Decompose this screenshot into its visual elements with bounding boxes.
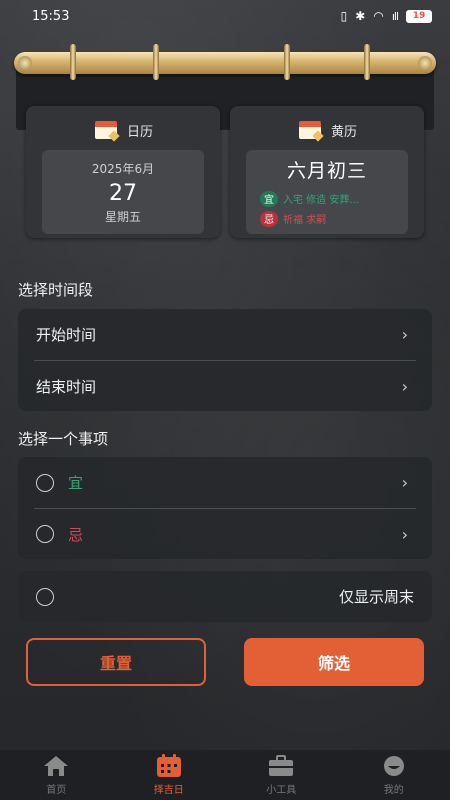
profile-icon xyxy=(383,756,404,776)
yi-badge: 宜 xyxy=(260,190,278,207)
yi-option-row[interactable]: 宜 › xyxy=(18,457,432,508)
chevron-right-icon: › xyxy=(401,376,408,396)
binder-bar xyxy=(14,52,436,74)
lunar-card-title: 黄历 xyxy=(330,124,357,140)
time-section-title: 选择时间段 xyxy=(18,281,94,299)
tab-home[interactable]: 首页 xyxy=(0,750,113,800)
tab-lucky-day[interactable]: 择吉日 xyxy=(113,750,226,800)
tab-bar: 首页 择吉日 小工具 我的 xyxy=(0,750,450,800)
chevron-right-icon: › xyxy=(401,325,408,344)
almanac-icon xyxy=(297,119,324,142)
status-bar: 15:53 ▯ ✱ ◠ ıll 19 xyxy=(0,0,450,32)
ring-icon xyxy=(153,44,159,80)
start-time-label: 开始时间 xyxy=(36,326,97,344)
ji-option-label: 忌 xyxy=(68,525,84,544)
home-icon xyxy=(44,756,69,776)
event-panel: 宜 › 忌 › xyxy=(18,457,432,559)
signal-icon: ıll xyxy=(391,9,399,23)
tab-tools[interactable]: 小工具 xyxy=(225,750,338,800)
toolbox-icon xyxy=(269,755,294,776)
end-time-row[interactable]: 结束时间 › xyxy=(34,360,416,411)
battery-icon: 19 xyxy=(406,9,432,23)
calendar-cards: 日历 2025年6月 27 星期五 黄历 六月初三 宜 入宅 修造 安葬... … xyxy=(26,106,424,238)
solar-weekday: 星期五 xyxy=(104,209,141,224)
lunar-card-header: 黄历 xyxy=(246,116,408,144)
lunar-date: 六月初三 xyxy=(286,159,367,182)
binder-header xyxy=(14,44,436,130)
weekend-label: 仅显示周末 xyxy=(338,588,414,606)
lunar-calendar-card[interactable]: 黄历 六月初三 宜 入宅 修造 安葬... 忌 祈福 求嗣 xyxy=(230,106,424,238)
yi-row: 宜 入宅 修造 安葬... xyxy=(246,189,408,209)
event-section-title: 选择一个事项 xyxy=(18,430,109,448)
tab-home-label: 首页 xyxy=(46,785,67,796)
ring-icon xyxy=(364,44,370,80)
bluetooth-icon: ✱ xyxy=(355,9,366,23)
solar-card-title: 日历 xyxy=(126,124,153,140)
end-time-label: 结束时间 xyxy=(36,377,97,396)
lunar-card-body: 六月初三 宜 入宅 修造 安葬... 忌 祈福 求嗣 xyxy=(246,150,408,234)
weekend-row[interactable]: 仅显示周末 xyxy=(18,571,432,622)
weekend-radio[interactable] xyxy=(36,587,54,606)
filter-button[interactable]: 筛选 xyxy=(244,638,424,686)
ji-option-row[interactable]: 忌 › xyxy=(34,508,416,559)
solar-card-body: 2025年6月 27 星期五 xyxy=(42,150,204,234)
battery-level: 19 xyxy=(412,11,426,21)
tab-lucky-day-label: 择吉日 xyxy=(153,785,184,796)
tab-profile-label: 我的 xyxy=(383,785,404,796)
ji-badge: 忌 xyxy=(260,210,278,227)
chevron-right-icon: › xyxy=(401,473,408,492)
yi-radio[interactable] xyxy=(36,473,54,492)
ring-icon xyxy=(284,44,290,80)
reset-button[interactable]: 重置 xyxy=(26,638,206,686)
start-time-row[interactable]: 开始时间 › xyxy=(18,309,432,360)
ring-icon xyxy=(70,44,76,80)
vibrate-icon: ▯ xyxy=(340,9,348,23)
yi-text: 入宅 修造 安葬... xyxy=(283,195,359,206)
solar-day: 27 xyxy=(109,180,137,206)
ji-text: 祈福 求嗣 xyxy=(283,215,327,226)
screw-icon xyxy=(418,56,432,70)
status-time: 15:53 xyxy=(32,8,70,24)
tab-profile[interactable]: 我的 xyxy=(338,750,450,800)
calendar-icon xyxy=(93,119,120,142)
yi-option-label: 宜 xyxy=(68,474,84,492)
solar-card-header: 日历 xyxy=(42,116,204,144)
ji-radio[interactable] xyxy=(36,525,54,543)
weekend-panel: 仅显示周末 xyxy=(18,571,432,622)
screw-icon xyxy=(18,56,32,70)
solar-month: 2025年6月 xyxy=(91,161,155,176)
chevron-right-icon: › xyxy=(401,524,408,544)
tab-tools-label: 小工具 xyxy=(266,785,297,796)
status-icons: ▯ ✱ ◠ ıll 19 xyxy=(341,9,432,23)
ji-row: 忌 祈福 求嗣 xyxy=(246,209,408,229)
time-panel: 开始时间 › 结束时间 › xyxy=(18,309,432,411)
calendar-icon xyxy=(156,754,181,777)
solar-calendar-card[interactable]: 日历 2025年6月 27 星期五 xyxy=(26,106,220,238)
wifi-icon: ◠ xyxy=(373,9,384,23)
